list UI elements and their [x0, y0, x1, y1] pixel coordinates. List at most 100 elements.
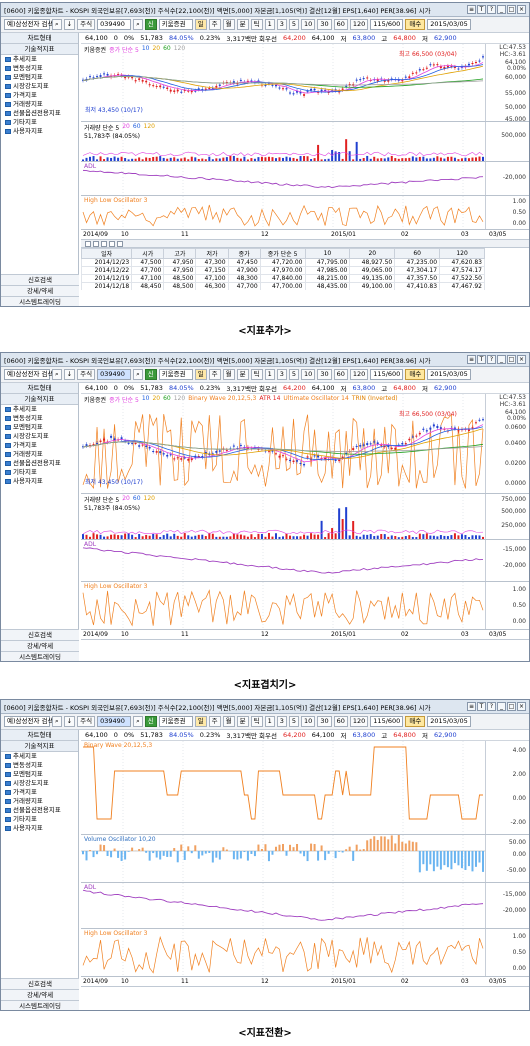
indicator-category-item[interactable]: 시장강도지표 — [1, 432, 78, 441]
hlo-pane[interactable]: High Low Oscillator 3 1.00 0.50 0.00 — [81, 196, 529, 230]
tick-30[interactable]: 30 — [317, 19, 332, 30]
menu-icon[interactable]: ≡ — [467, 355, 476, 364]
indicator-category-item[interactable]: 시장강도지표 — [1, 779, 78, 788]
period-minute[interactable]: 분 — [236, 716, 249, 727]
legend-item[interactable]: 키움증권 — [84, 45, 106, 54]
period-week[interactable]: 주 — [208, 716, 221, 727]
down-arrow-icon[interactable]: ↓ — [63, 716, 76, 727]
legend-item[interactable]: 60 — [163, 395, 171, 404]
menu-icon[interactable]: ≡ — [467, 5, 476, 14]
column-header[interactable]: 시가 — [131, 248, 165, 259]
search-icon[interactable]: ⌕ — [52, 19, 62, 30]
legend-item[interactable]: 종가 단순 5 — [109, 395, 139, 404]
table-row[interactable]: 2014/12/22 47,700 47,950 47,150 47,900 47,970… — [81, 266, 485, 275]
period-tick[interactable]: 틱 — [250, 369, 263, 380]
indicator-category-item[interactable]: 거래량지표 — [1, 100, 78, 109]
tick-10[interactable]: 10 — [301, 716, 316, 727]
search-input[interactable]: 예)삼성전자 검색 — [4, 369, 53, 380]
tick-5[interactable]: 5 — [288, 19, 300, 30]
text-icon[interactable]: T — [477, 702, 486, 711]
indicator-category-item[interactable]: 사용자지표 — [1, 127, 78, 136]
indicator-category-item[interactable]: 추세지표 — [1, 55, 78, 64]
signal-search-button[interactable]: 신호검색 — [1, 629, 79, 640]
bull-bear-button[interactable]: 강세/약세 — [1, 640, 79, 651]
period-minute[interactable]: 분 — [236, 369, 249, 380]
legend-item[interactable]: 10 — [142, 395, 150, 404]
volume-oscillator-pane[interactable]: Volume Oscillator 10,20 50.00 0.00 -50.00 — [81, 835, 529, 883]
text-icon[interactable]: T — [477, 355, 486, 364]
date-field[interactable]: 2015/03/05 — [427, 369, 471, 380]
minimize-button[interactable]: _ — [497, 5, 506, 14]
hlo-pane[interactable]: High Low Oscillator 3 1.00 0.50 0.00 — [81, 582, 529, 630]
adl-pane[interactable]: ADL -15,000 -20,000 — [81, 540, 529, 582]
adl-pane[interactable]: ADL -15,000 -20,000 — [81, 883, 529, 929]
column-header[interactable]: 120 — [439, 248, 485, 259]
search-code-icon[interactable]: ⌕ — [133, 19, 143, 30]
adl-pane[interactable]: ADL -20,000 — [81, 162, 529, 196]
period-day[interactable]: 일 — [194, 716, 207, 727]
period-day[interactable]: 일 — [194, 19, 207, 30]
price-pane[interactable]: 최고 66,500 (03/04) 최저 43,450 (10/17) 키움증권 종… — [81, 394, 529, 494]
buy-button[interactable]: 매수 — [405, 716, 426, 727]
next-icon[interactable] — [109, 240, 115, 247]
hlo-pane[interactable]: High Low Oscillator 3 1.00 0.50 0.00 — [81, 929, 529, 977]
table-row[interactable]: 2014/12/18 48,450 48,500 46,300 47,700 47,700… — [81, 282, 485, 290]
code-input[interactable]: 039490 — [97, 716, 132, 727]
date-field[interactable]: 2015/03/05 — [427, 716, 471, 727]
prev-icon[interactable] — [93, 240, 99, 247]
indicator-category-item[interactable]: 모멘텀지표 — [1, 73, 78, 82]
indicator-category-item[interactable]: 기타지표 — [1, 468, 78, 477]
table-row[interactable]: 2014/12/23 47,500 47,950 47,300 47,450 47,720… — [81, 258, 485, 267]
indicator-category-item[interactable]: 사용자지표 — [1, 477, 78, 486]
period-week[interactable]: 주 — [208, 19, 221, 30]
column-header[interactable]: 저가 — [195, 248, 229, 259]
indicator-category-item[interactable]: 모멘텀지표 — [1, 423, 78, 432]
maximize-button[interactable]: □ — [507, 5, 516, 14]
volume-pane[interactable]: 거래량 단순 5 20 60 120 51,783주 (84.05%) 750,000… — [81, 494, 529, 540]
table-row[interactable]: 2014/12/19 47,100 48,500 47,100 48,300 47,840… — [81, 274, 485, 283]
technical-indicator-tab[interactable]: 기술적지표 — [1, 741, 78, 752]
search-input[interactable]: 예)삼성전자 검색 — [4, 716, 53, 727]
column-header[interactable]: 60 — [394, 248, 441, 259]
close-button[interactable]: × — [517, 5, 526, 14]
indicator-category-item[interactable]: 가격지표 — [1, 91, 78, 100]
tick-120[interactable]: 120 — [349, 716, 369, 727]
minimize-button[interactable]: _ — [497, 702, 506, 711]
column-header[interactable]: 종가 단순 5 — [259, 248, 306, 259]
search-icon[interactable]: ⌕ — [52, 369, 62, 380]
period-week[interactable]: 주 — [208, 369, 221, 380]
buy-button[interactable]: 매수 — [405, 19, 426, 30]
legend-item[interactable]: 키움증권 — [84, 395, 106, 404]
indicator-category-item[interactable]: 모멘텀지표 — [1, 770, 78, 779]
down-arrow-icon[interactable]: ↓ — [63, 369, 76, 380]
technical-indicator-tab[interactable]: 기술적지표 — [1, 44, 78, 55]
technical-indicator-tab[interactable]: 기술적지표 — [1, 394, 78, 405]
tick-120[interactable]: 120 — [349, 369, 369, 380]
legend-item[interactable]: TRIN (Inverted) — [352, 395, 398, 404]
indicator-category-item[interactable]: 변동성지표 — [1, 64, 78, 73]
tick-3[interactable]: 3 — [276, 19, 287, 30]
tick-1[interactable]: 1 — [264, 369, 275, 380]
help-icon[interactable]: ? — [487, 355, 496, 364]
legend-item[interactable]: 120 — [144, 123, 155, 132]
maximize-button[interactable]: □ — [507, 702, 516, 711]
signal-search-button[interactable]: 신호검색 — [1, 274, 79, 285]
play-icon[interactable] — [101, 240, 107, 247]
first-icon[interactable] — [85, 240, 91, 247]
indicator-category-item[interactable]: 기타지표 — [1, 118, 78, 127]
indicator-category-item[interactable]: 가격지표 — [1, 441, 78, 450]
legend-item[interactable]: 120 — [174, 45, 185, 54]
indicator-category-item[interactable]: 시장강도지표 — [1, 82, 78, 91]
tick-30[interactable]: 30 — [317, 716, 332, 727]
menu-icon[interactable]: ≡ — [467, 702, 476, 711]
down-arrow-icon[interactable]: ↓ — [63, 19, 76, 30]
column-header[interactable]: 고가 — [163, 248, 197, 259]
maximize-button[interactable]: □ — [507, 355, 516, 364]
market-select[interactable]: 주식 — [77, 369, 96, 380]
binary-wave-pane[interactable]: Binary Wave 20,12,5,3 4.00 2.00 0.00 -2.00 — [81, 741, 529, 835]
legend-item[interactable]: ATR 14 — [259, 395, 280, 404]
last-icon[interactable] — [117, 240, 123, 247]
search-code-icon[interactable]: ⌕ — [133, 369, 143, 380]
indicator-category-item[interactable]: 변동성지표 — [1, 414, 78, 423]
tick-60[interactable]: 60 — [333, 19, 348, 30]
